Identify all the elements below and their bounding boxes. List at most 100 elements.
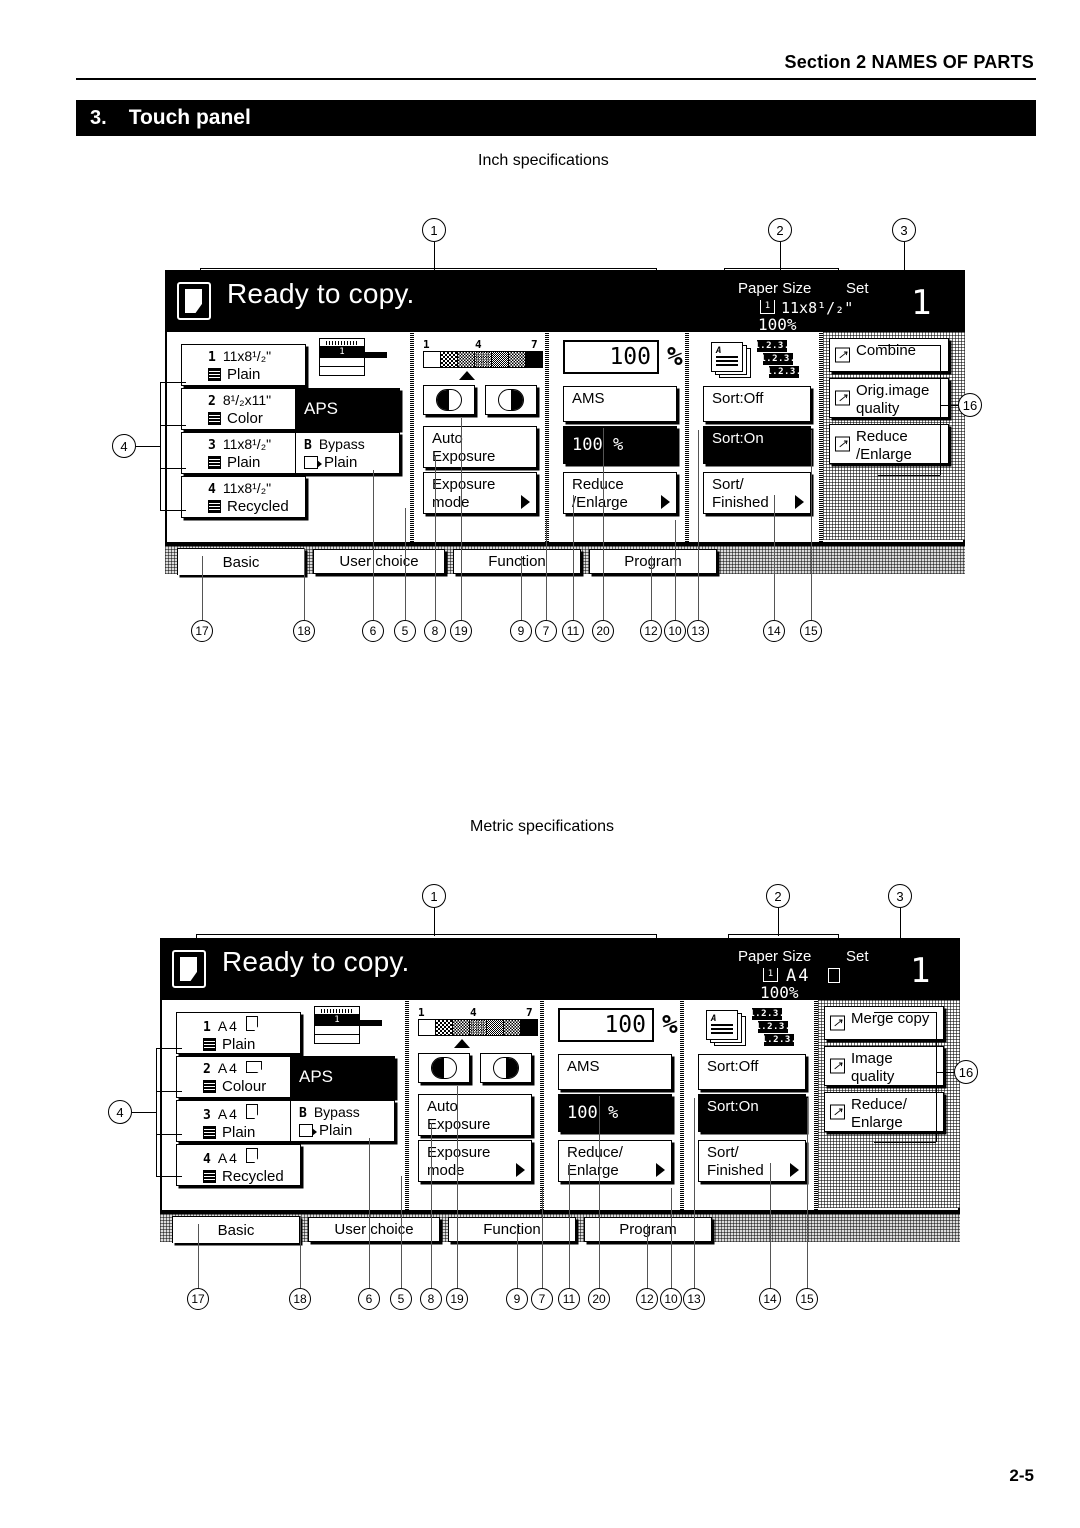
metric-tab-user-choice[interactable]: User choice [308,1217,440,1242]
inch-zoom-preset-label: 100 % [572,435,624,455]
callout-16: 16 [958,393,982,417]
portrait-page-icon [245,1016,258,1031]
metric-shortcut-reduce-enlarge[interactable]: ↗ Reduce/ Enlarge [824,1092,944,1132]
inch-exposure-pointer [459,371,475,380]
inch-lighter-button[interactable] [423,385,475,415]
metric-cassette-4[interactable]: 4 A4 Recycled [176,1144,301,1186]
inch-sort-finished-button[interactable]: Sort/ Finished [703,472,811,514]
inch-cassette-3[interactable]: 3 11x8¹/₂" Plain [181,432,306,474]
metric-reduce-enlarge-button[interactable]: Reduce/ Enlarge [558,1140,672,1182]
callout-5: 5 [394,620,416,642]
inch-aps-button[interactable]: APS [295,388,400,430]
inch-tab-user-choice[interactable]: User choice [313,549,445,574]
inch-zoom-preset-button[interactable]: 100 % [563,426,677,464]
inch-auto-exposure-button[interactable]: Auto Exposure [423,426,537,468]
inch-cassette-4[interactable]: 4 11x8¹/₂" Recycled [181,476,306,518]
metric-sort-finished-line2: Finished [707,1161,764,1179]
callout-18-metric: 18 [289,1288,311,1310]
inch-reduce-enlarge-line2: /Enlarge [572,493,628,511]
inch-shortcut-reduce-line2: /Enlarge [856,445,912,463]
inch-tab-function[interactable]: Function [453,549,581,574]
callout-19: 19 [450,620,472,642]
chevron-right-icon [521,495,530,509]
metric-auto-exposure-button[interactable]: Auto Exposure [418,1094,532,1136]
inch-reduce-enlarge-button[interactable]: Reduce /Enlarge [563,472,677,514]
shortcut-arrow-icon: ↗ [830,1015,845,1031]
paper-stack-icon [203,1126,216,1139]
metric-tab-function-label: Function [483,1221,541,1238]
metric-zoom-value: 100 [604,1012,646,1038]
metric-tab-function[interactable]: Function [448,1217,576,1242]
metric-cassette-2[interactable]: 2 A4 Colour [176,1056,301,1098]
inch-sort-on-label: Sort:On [712,430,764,447]
callout-6-metric: 6 [358,1288,380,1310]
inch-ams-button[interactable]: AMS [563,386,677,422]
metric-aps-button[interactable]: APS [290,1056,395,1098]
metric-cassette-1[interactable]: 1 A4 Plain [176,1012,301,1054]
metric-shortcut-image-quality[interactable]: ↗ Image quality [824,1046,944,1086]
metric-paper-size-label: Paper Size [738,948,812,965]
metric-tab-basic[interactable]: Basic [172,1216,300,1243]
inch-sort-on-button[interactable]: Sort:On [703,426,811,464]
metric-sort-off-button[interactable]: Sort:Off [698,1054,806,1090]
shortcut-arrow-icon: ↗ [830,1058,845,1074]
callout-10: 10 [664,620,686,642]
inch-cassette-2-size: 8¹/₂x11" [222,392,272,408]
chevron-right-icon [516,1163,525,1177]
callout-9: 9 [510,620,532,642]
metric-sort-number-2: 1.2.3. [755,1021,791,1033]
metric-sort-off-label: Sort:Off [707,1058,759,1075]
metric-sort-number-1: 1.2.3. [749,1008,785,1020]
metric-tab-program[interactable]: Program [584,1217,712,1242]
metric-cassette-3-size: A4 [217,1106,239,1122]
metric-cassette-2-number: 2 [203,1062,211,1077]
metric-sort-on-button[interactable]: Sort:On [698,1094,806,1132]
metric-ams-button[interactable]: AMS [558,1054,672,1090]
metric-sort-on-label: Sort:On [707,1098,759,1115]
inch-sort-number-1: 1.2.3. [754,340,790,352]
metric-cassette-3[interactable]: 3 A4 Plain [176,1100,301,1142]
inch-shortcut-reduce-enlarge[interactable]: ↗ Reduce /Enlarge [829,424,949,464]
inch-sort-off-label: Sort:Off [712,390,764,407]
metric-exposure-min: 1 [418,1006,425,1019]
metric-tab-basic-label: Basic [217,1221,255,1239]
metric-darker-button[interactable] [480,1053,532,1083]
darker-icon [493,1057,519,1079]
lighter-icon [436,389,462,411]
metric-bypass-button[interactable]: B Bypass Plain [290,1100,395,1142]
inch-shortcut-orig-quality-line2: quality [856,399,900,417]
inch-sort-off-button[interactable]: Sort:Off [703,386,811,422]
inch-darker-button[interactable] [485,385,537,415]
callout-2: 2 [768,218,792,242]
inch-bypass-button[interactable]: B Bypass Plain [295,432,400,474]
metric-zoom-preset-button[interactable]: 100 % [558,1094,672,1132]
chevron-right-icon [795,495,804,509]
inch-cassette-2[interactable]: 2 8¹/₂x11" Color [181,388,306,430]
inch-cassette-4-size: 11x8¹/₂" [222,480,272,496]
portrait-page-icon [245,1148,258,1163]
inch-shortcut-orig-image-quality[interactable]: ↗ Orig.image quality [829,378,949,418]
metric-set-label: Set [846,948,869,965]
metric-sort-finished-line1: Sort/ [707,1144,739,1161]
shortcut-arrow-icon: ↗ [830,1104,845,1120]
metric-lighter-button[interactable] [418,1053,470,1083]
callout-7-metric: 7 [531,1288,553,1310]
inch-shortcut-combine[interactable]: ↗ Combine [829,338,949,372]
inch-exposure-bar [423,351,543,368]
paper-stack-icon [208,456,221,469]
section-header: Section 2 NAMES OF PARTS [784,52,1034,72]
title-number: 3. [90,106,107,129]
inch-tab-basic-label: Basic [222,553,260,571]
metric-exposure-mode-button[interactable]: Exposure mode [418,1140,532,1182]
scanner-diagram-icon: 1 [314,1006,382,1044]
metric-spec-label: Metric specifications [470,818,615,835]
scanner-active-cassette: 1 [314,1015,360,1026]
inch-cassette-1[interactable]: 1 11x8¹/₂" Plain [181,344,306,386]
inch-tab-basic[interactable]: Basic [177,548,305,575]
inch-exposure-mode-button[interactable]: Exposure mode [423,472,537,514]
chevron-right-icon [790,1163,799,1177]
callout-16-metric: 16 [954,1060,978,1084]
inch-paper-size-label: Paper Size [738,280,812,297]
darker-icon [498,389,524,411]
metric-sort-finished-button[interactable]: Sort/ Finished [698,1140,806,1182]
